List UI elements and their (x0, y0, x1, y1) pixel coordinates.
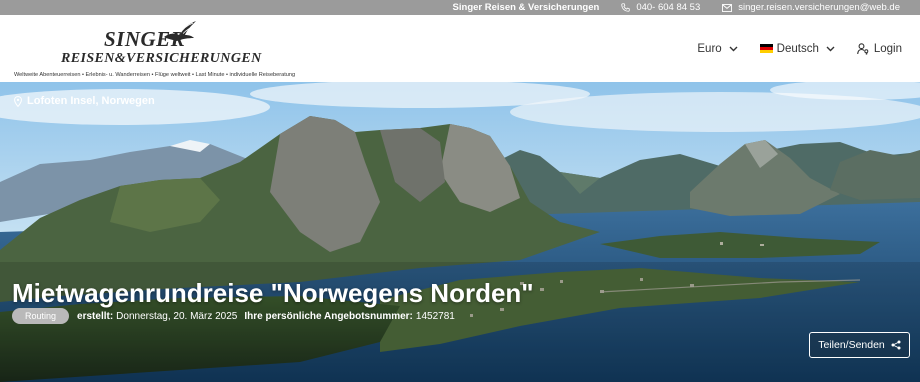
user-key-icon (857, 42, 869, 55)
location-text: Lofoten Insel, Norwegen (27, 95, 155, 107)
logo-subtitle: REISEN&VERSICHERUNGEN (61, 51, 262, 66)
created-label: erstellt: (77, 310, 114, 322)
phone-icon (621, 3, 631, 12)
offer-number-label: Ihre persönliche Angebotsnummer: (244, 310, 413, 322)
share-icon (891, 340, 901, 350)
language-selector[interactable]: Deutsch (759, 42, 835, 55)
email-contact[interactable]: singer.reisen.versicherungen@web.de (722, 2, 900, 13)
page-title: Mietwagenrundreise "Norwegens Norden" (12, 278, 534, 308)
phone-contact[interactable]: 040- 604 84 53 (621, 2, 700, 13)
hero-banner: Lofoten Insel, Norwegen Mietwagenrundrei… (0, 82, 920, 382)
top-info-bar: Singer Reisen & Versicherungen 040- 604 … (0, 0, 920, 15)
email-address: singer.reisen.versicherungen@web.de (738, 2, 900, 13)
header-nav: Euro Deutsch Login (697, 15, 902, 82)
login-link[interactable]: Login (857, 43, 902, 55)
map-pin-icon (14, 95, 22, 107)
offer-meta: Routing erstellt: Donnerstag, 20. März 2… (12, 308, 462, 324)
german-flag-icon (759, 44, 773, 53)
company-name: Singer Reisen & Versicherungen (452, 2, 600, 13)
location-label: Lofoten Insel, Norwegen (14, 95, 155, 107)
hero-landscape-image (0, 82, 920, 382)
currency-selector[interactable]: Euro (697, 42, 738, 55)
mail-icon (722, 3, 733, 12)
logo-title: SINGER (104, 27, 186, 51)
routing-badge: Routing (12, 308, 70, 324)
share-button-label: Teilen/Senden (818, 339, 885, 351)
created-date: Donnerstag, 20. März 2025 (116, 310, 238, 322)
language-label: Deutsch (776, 42, 819, 55)
site-logo[interactable]: SINGER REISEN&VERSICHERUNGEN Weltweite A… (12, 21, 296, 79)
phone-number: 040- 604 84 53 (636, 2, 701, 13)
offer-number: 1452781 (415, 310, 455, 322)
login-label: Login (873, 42, 902, 55)
currency-label: Euro (697, 42, 722, 55)
site-header: SINGER REISEN&VERSICHERUNGEN Weltweite A… (0, 15, 920, 82)
share-button[interactable]: Teilen/Senden (809, 332, 910, 358)
chevron-down-icon (729, 46, 738, 51)
chevron-down-icon (826, 46, 835, 51)
logo-tagline: Weltweite Abenteuerreisen • Erlebnis- u.… (14, 72, 296, 78)
